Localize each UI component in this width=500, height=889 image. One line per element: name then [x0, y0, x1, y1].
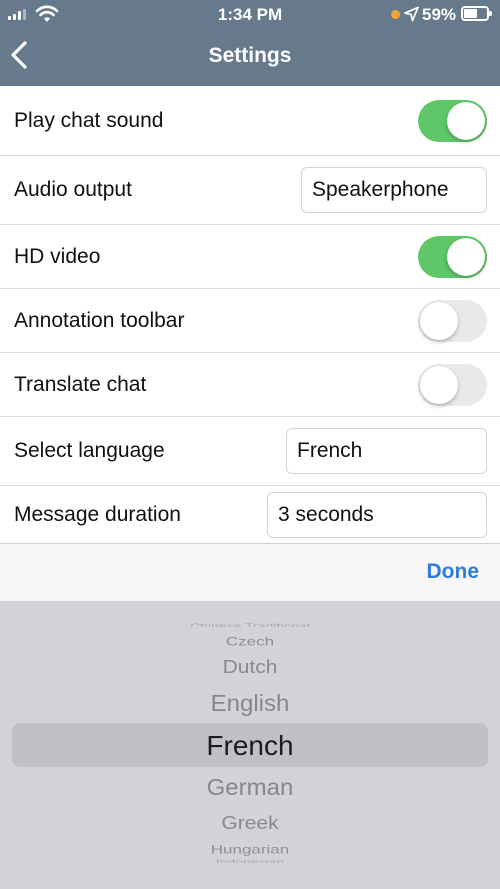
done-button[interactable]: Done [427, 560, 480, 584]
picker-option[interactable]: Hungarian [0, 843, 500, 855]
page-title: Settings [208, 44, 292, 67]
annotation-toolbar-toggle[interactable] [418, 299, 487, 342]
setting-label: Play chat sound [14, 108, 164, 132]
setting-label: Annotation toolbar [14, 308, 185, 332]
message-duration-field[interactable]: 3 seconds [267, 491, 487, 538]
privacy-indicator-dot [391, 10, 400, 19]
picker-option[interactable]: Czech [0, 635, 500, 647]
setting-label: Audio output [14, 178, 132, 201]
setting-row-translate-chat: Translate chat [0, 353, 500, 417]
picker-option[interactable]: Chinese Traditional [0, 622, 500, 626]
picker-option[interactable]: Greek [0, 814, 500, 832]
picker-option[interactable]: Dutch [0, 658, 500, 676]
setting-label: Translate chat [14, 372, 147, 396]
setting-row-hd-video: HD video [0, 225, 500, 289]
status-bar: 1:34 PM 59% [0, 0, 500, 30]
settings-screen: 1:34 PM 59% Settings Play chat sound Aud… [0, 0, 500, 889]
setting-label: Message duration [14, 502, 181, 526]
setting-label: HD video [14, 244, 101, 268]
language-picker[interactable]: Chinese Traditional Czech Dutch English Fren… [0, 601, 500, 889]
location-arrow-icon [404, 6, 419, 22]
picker-option[interactable]: French [0, 732, 500, 760]
select-language-field[interactable]: French [286, 428, 487, 474]
setting-row-select-language: Select language French [0, 417, 500, 486]
picker-option[interactable]: Indonesian [0, 858, 500, 862]
settings-list: Play chat sound Audio output Speakerphon… [0, 86, 500, 543]
picker-option[interactable]: German [0, 776, 500, 799]
battery-percent: 59% [422, 5, 457, 24]
setting-row-annotation-toolbar: Annotation toolbar [0, 289, 500, 353]
picker-option[interactable]: English [0, 692, 500, 715]
audio-output-field[interactable]: Speakerphone [301, 167, 487, 213]
setting-row-play-chat-sound: Play chat sound [0, 86, 500, 156]
setting-row-message-duration: Message duration 3 seconds [0, 486, 500, 543]
battery-icon [461, 6, 492, 21]
header-bar: 1:34 PM 59% Settings [0, 0, 500, 86]
translate-chat-toggle[interactable] [418, 363, 487, 406]
setting-label: Select language [14, 439, 165, 462]
hd-video-toggle[interactable] [418, 235, 487, 278]
play-chat-sound-toggle[interactable] [418, 99, 487, 142]
picker-toolbar: Done [0, 543, 500, 601]
setting-row-audio-output: Audio output Speakerphone [0, 156, 500, 225]
